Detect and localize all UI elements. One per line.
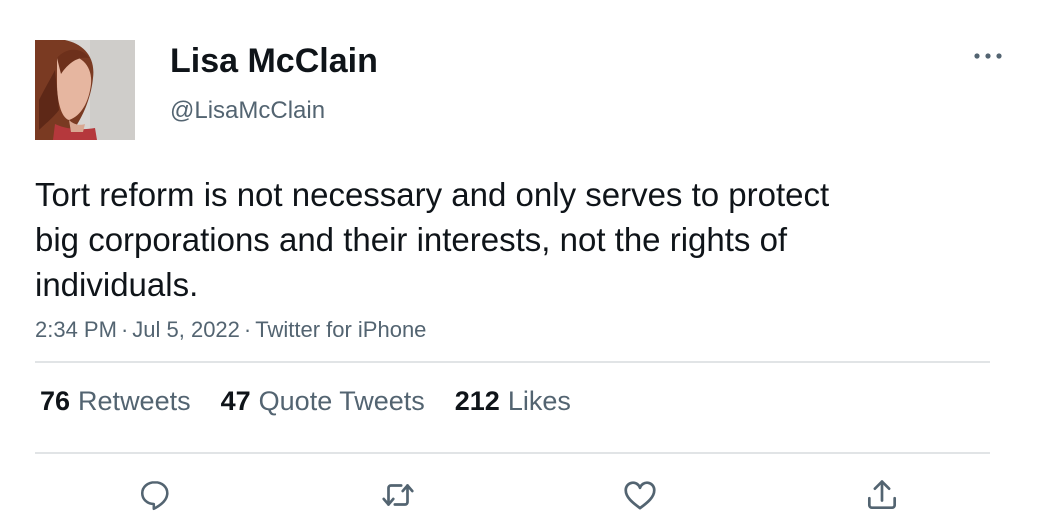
avatar-photo	[35, 40, 135, 140]
tweet-source[interactable]: Twitter for iPhone	[255, 317, 426, 342]
retweet-icon	[382, 484, 414, 506]
reply-button[interactable]	[134, 474, 176, 516]
likes-label: Likes	[507, 386, 571, 416]
share-icon	[867, 480, 897, 510]
more-options-button[interactable]	[970, 42, 1006, 70]
reply-icon	[140, 480, 169, 511]
likes-stat[interactable]: 212 Likes	[455, 386, 571, 417]
divider	[35, 361, 990, 363]
share-button[interactable]	[861, 474, 903, 516]
retweets-count: 76	[40, 386, 71, 416]
tweet-metadata: 2:34 PM · Jul 5, 2022 · Twitter for iPhone	[35, 317, 426, 343]
quote-tweets-label: Quote Tweets	[258, 386, 425, 416]
retweet-button[interactable]	[377, 474, 419, 516]
tweet-time[interactable]: 2:34 PM	[35, 317, 117, 342]
avatar[interactable]	[35, 40, 135, 140]
retweets-label: Retweets	[78, 386, 191, 416]
tweet-date[interactable]: Jul 5, 2022	[132, 317, 240, 342]
like-button[interactable]	[619, 474, 661, 516]
quote-tweets-count: 47	[220, 386, 251, 416]
engagement-stats: 76 Retweets 47 Quote Tweets 212 Likes	[40, 386, 571, 417]
meta-separator: ·	[120, 317, 129, 342]
tweet-text: Tort reform is not necessary and only se…	[35, 176, 830, 303]
likes-count: 212	[454, 386, 500, 416]
more-horizontal-icon	[974, 53, 1002, 59]
divider	[35, 452, 990, 454]
retweets-stat[interactable]: 76 Retweets	[40, 386, 191, 417]
heart-icon	[624, 481, 656, 510]
author-display-name[interactable]: Lisa McClain	[170, 42, 378, 81]
quote-tweets-stat[interactable]: 47 Quote Tweets	[221, 386, 425, 417]
author-handle[interactable]: @LisaMcClain	[170, 97, 325, 125]
meta-separator: ·	[243, 317, 252, 342]
